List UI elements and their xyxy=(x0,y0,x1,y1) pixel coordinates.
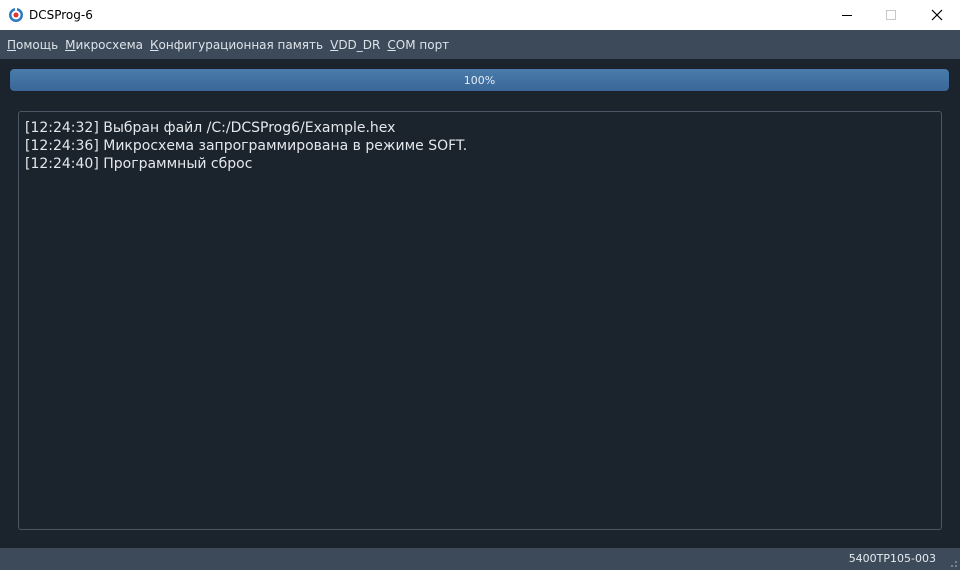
menu-com-port[interactable]: COM порт xyxy=(387,37,449,53)
menu-help[interactable]: Помощь xyxy=(7,37,58,53)
progress-label: 100% xyxy=(463,73,496,87)
menu-config-memory[interactable]: Конфигурационная память xyxy=(150,37,323,53)
close-button[interactable] xyxy=(914,0,960,30)
menu-chip[interactable]: Микросхема xyxy=(65,37,143,53)
maximize-icon xyxy=(886,10,896,20)
device-name: 5400TP105-003 xyxy=(848,552,936,565)
progress-bar: 100% xyxy=(9,68,950,92)
close-icon xyxy=(931,9,943,21)
window-title: DCSProg-6 xyxy=(29,8,93,22)
title-bar: DCSProg-6 xyxy=(0,0,960,30)
resize-grip-icon[interactable] xyxy=(946,556,958,568)
maximize-button[interactable] xyxy=(868,0,914,30)
log-line: [12:24:40] Программный сброс xyxy=(25,156,253,172)
log-line: [12:24:36] Микросхема запрограммирована … xyxy=(25,138,468,154)
log-panel[interactable]: [12:24:32] Выбран файл /C:/DCSProg6/Exam… xyxy=(18,111,942,530)
menu-bar: Помощь Микросхема Конфигурационная памят… xyxy=(0,30,960,59)
status-bar: 5400TP105-003 xyxy=(0,548,960,570)
menu-vdd-dr[interactable]: VDD_DR xyxy=(330,37,380,53)
minimize-icon xyxy=(842,15,852,16)
minimize-button[interactable] xyxy=(824,0,870,30)
log-line: [12:24:32] Выбран файл /C:/DCSProg6/Exam… xyxy=(25,120,396,136)
app-icon xyxy=(9,7,23,22)
